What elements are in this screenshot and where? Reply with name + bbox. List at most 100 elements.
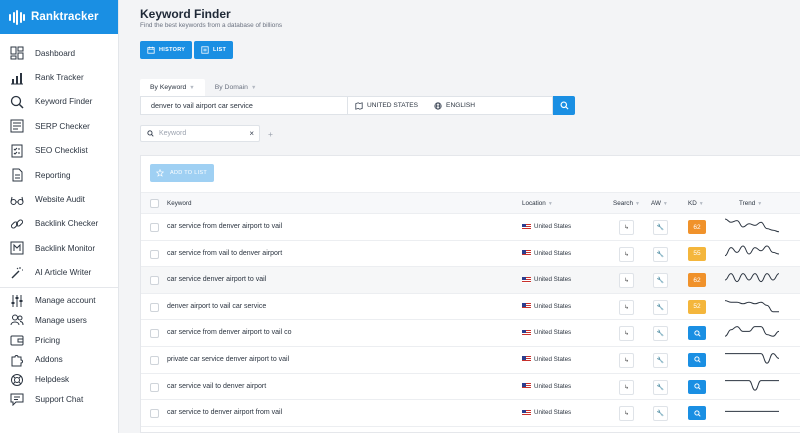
col-kd[interactable]: KD ▼ bbox=[688, 200, 704, 207]
sidebar-item-website-audit[interactable]: Website Audit bbox=[0, 187, 118, 211]
table-row[interactable]: car service from vail to denver airport U… bbox=[141, 241, 800, 268]
location-cell: United States bbox=[522, 250, 571, 257]
sidebar-item-label: SERP Checker bbox=[35, 121, 90, 131]
search-volume-button[interactable]: ↳ bbox=[619, 246, 634, 262]
table-row[interactable]: car service to denver airport from vail U… bbox=[141, 400, 800, 427]
row-checkbox[interactable] bbox=[150, 382, 159, 392]
sidebar-item-keyword-finder[interactable]: Keyword Finder bbox=[0, 90, 118, 114]
close-icon[interactable]: × bbox=[249, 129, 254, 138]
location-text: United States bbox=[534, 249, 572, 257]
sort-icon: ▼ bbox=[757, 201, 763, 207]
sidebar-item-reporting[interactable]: Reporting bbox=[0, 163, 118, 187]
col-location[interactable]: Location ▼ bbox=[522, 200, 553, 207]
list-button[interactable]: LIST bbox=[194, 41, 234, 59]
history-button[interactable]: HISTORY bbox=[140, 41, 193, 59]
kd-badge[interactable]: 62 bbox=[688, 273, 706, 288]
sidebar-item-manage-account[interactable]: Manage account bbox=[0, 291, 118, 311]
sidebar-item-seo-checklist[interactable]: SEO Checklist bbox=[0, 139, 118, 163]
aw-button[interactable]: 🔧 bbox=[653, 246, 668, 262]
search-button[interactable] bbox=[553, 96, 575, 115]
search-volume-button[interactable]: ↳ bbox=[619, 326, 634, 342]
col-search[interactable]: Search ▼ bbox=[613, 200, 640, 207]
sidebar-item-manage-users[interactable]: Manage users bbox=[0, 311, 118, 331]
add-filter-icon[interactable]: + bbox=[268, 129, 273, 139]
sidebar-item-label: Keyword Finder bbox=[35, 97, 93, 107]
search-volume-button[interactable]: ↳ bbox=[619, 379, 634, 395]
kd-badge[interactable] bbox=[688, 326, 706, 341]
sidebar-item-helpdesk[interactable]: Helpdesk bbox=[0, 370, 118, 390]
search-volume-button[interactable]: ↳ bbox=[619, 406, 634, 422]
kd-badge[interactable]: 62 bbox=[688, 220, 706, 234]
sidebar-item-backlink-monitor[interactable]: Backlink Monitor bbox=[0, 236, 118, 260]
table-row[interactable]: car service from denver airport to vail … bbox=[141, 320, 800, 347]
keyword-cell[interactable]: car service from denver airport to vail bbox=[167, 223, 282, 230]
search-volume-button[interactable]: ↳ bbox=[619, 273, 634, 289]
aw-button[interactable]: 🔧 bbox=[653, 273, 668, 289]
table-row[interactable]: private car service denver airport to va… bbox=[141, 347, 800, 374]
serp-icon bbox=[9, 119, 24, 134]
row-checkbox[interactable] bbox=[150, 329, 159, 339]
table-row[interactable]: car service from denver airport to vail U… bbox=[141, 214, 800, 241]
row-checkbox[interactable] bbox=[150, 276, 159, 286]
reply-arrow-icon: ↳ bbox=[623, 357, 630, 364]
col-aw-label: AW bbox=[651, 200, 661, 207]
table-row[interactable]: car service vail to denver airport United… bbox=[141, 374, 800, 401]
row-checkbox[interactable] bbox=[150, 223, 159, 232]
kd-badge[interactable] bbox=[688, 352, 706, 367]
wrench-icon: 🔧 bbox=[656, 278, 665, 285]
keyword-cell[interactable]: car service to denver airport from vail bbox=[167, 409, 282, 416]
row-checkbox[interactable] bbox=[150, 355, 159, 365]
reply-arrow-icon: ↳ bbox=[623, 384, 630, 391]
list-label: LIST bbox=[213, 47, 227, 53]
search-volume-button[interactable]: ↳ bbox=[619, 299, 634, 315]
row-checkbox[interactable] bbox=[150, 249, 159, 259]
search-icon bbox=[693, 410, 701, 417]
keyword-cell[interactable]: car service vail to denver airport bbox=[167, 383, 266, 390]
keyword-search-input[interactable]: denver to vail airport car service bbox=[140, 96, 347, 115]
location-language-selector[interactable]: UNITED STATES ENGLISH bbox=[347, 96, 553, 115]
sidebar-item-label: Pricing bbox=[35, 335, 61, 345]
kd-badge[interactable]: 55 bbox=[688, 246, 706, 261]
table-row[interactable]: denver airport to vail car service United… bbox=[141, 294, 800, 321]
col-aw[interactable]: AW ▼ bbox=[651, 200, 668, 207]
tab-by-keyword[interactable]: By Keyword ▼ bbox=[140, 79, 205, 96]
sidebar-item-pricing[interactable]: Pricing bbox=[0, 330, 118, 350]
keyword-cell[interactable]: car service denver airport to vail bbox=[167, 276, 266, 283]
search-volume-button[interactable]: ↳ bbox=[619, 352, 634, 368]
sidebar-item-rank-tracker[interactable]: Rank Tracker bbox=[0, 65, 118, 89]
aw-button[interactable]: 🔧 bbox=[653, 379, 668, 395]
aw-button[interactable]: 🔧 bbox=[653, 406, 668, 422]
aw-button[interactable]: 🔧 bbox=[653, 352, 668, 368]
main-content: Keyword Finder Find the best keywords fr… bbox=[119, 0, 800, 433]
col-trend[interactable]: Trend ▼ bbox=[739, 200, 762, 207]
row-checkbox[interactable] bbox=[150, 409, 159, 419]
keyword-cell[interactable]: car service from denver airport to vail … bbox=[167, 329, 292, 336]
keyword-filter-input[interactable]: Keyword × bbox=[140, 125, 260, 142]
select-all-checkbox[interactable] bbox=[150, 199, 159, 208]
kd-badge[interactable] bbox=[688, 406, 706, 421]
sidebar-item-addons[interactable]: Addons bbox=[0, 350, 118, 370]
sidebar-item-serp-checker[interactable]: SERP Checker bbox=[0, 114, 118, 138]
aw-button[interactable]: 🔧 bbox=[653, 299, 668, 315]
aw-button[interactable]: 🔧 bbox=[653, 220, 668, 235]
keyword-cell[interactable]: car service from vail to denver airport bbox=[167, 250, 282, 257]
table-body: car service from denver airport to vail U… bbox=[141, 214, 800, 427]
keyword-cell[interactable]: denver airport to vail car service bbox=[167, 303, 266, 310]
tab-by-domain[interactable]: By Domain ▼ bbox=[205, 79, 267, 96]
kd-badge[interactable] bbox=[688, 379, 706, 394]
row-checkbox[interactable] bbox=[150, 302, 159, 312]
sidebar-item-support-chat[interactable]: Support Chat bbox=[0, 389, 118, 409]
search-volume-button[interactable]: ↳ bbox=[619, 220, 634, 235]
keyword-cell[interactable]: private car service denver airport to va… bbox=[167, 356, 289, 363]
app-logo[interactable]: Ranktracker bbox=[0, 0, 118, 34]
sidebar-item-ai-article-writer[interactable]: AI Article Writer bbox=[0, 261, 118, 285]
kd-badge[interactable]: 52 bbox=[688, 299, 706, 314]
table-row[interactable]: car service denver airport to vail United… bbox=[141, 267, 800, 294]
col-keyword[interactable]: Keyword bbox=[167, 200, 192, 207]
aw-button[interactable]: 🔧 bbox=[653, 326, 668, 342]
sort-icon: ▼ bbox=[662, 201, 668, 207]
location-cell: United States bbox=[522, 303, 571, 310]
sidebar-item-backlink-checker[interactable]: Backlink Checker bbox=[0, 212, 118, 236]
sidebar-item-dashboard[interactable]: Dashboard bbox=[0, 41, 118, 65]
add-to-list-button[interactable]: ADD TO LIST bbox=[150, 164, 214, 182]
